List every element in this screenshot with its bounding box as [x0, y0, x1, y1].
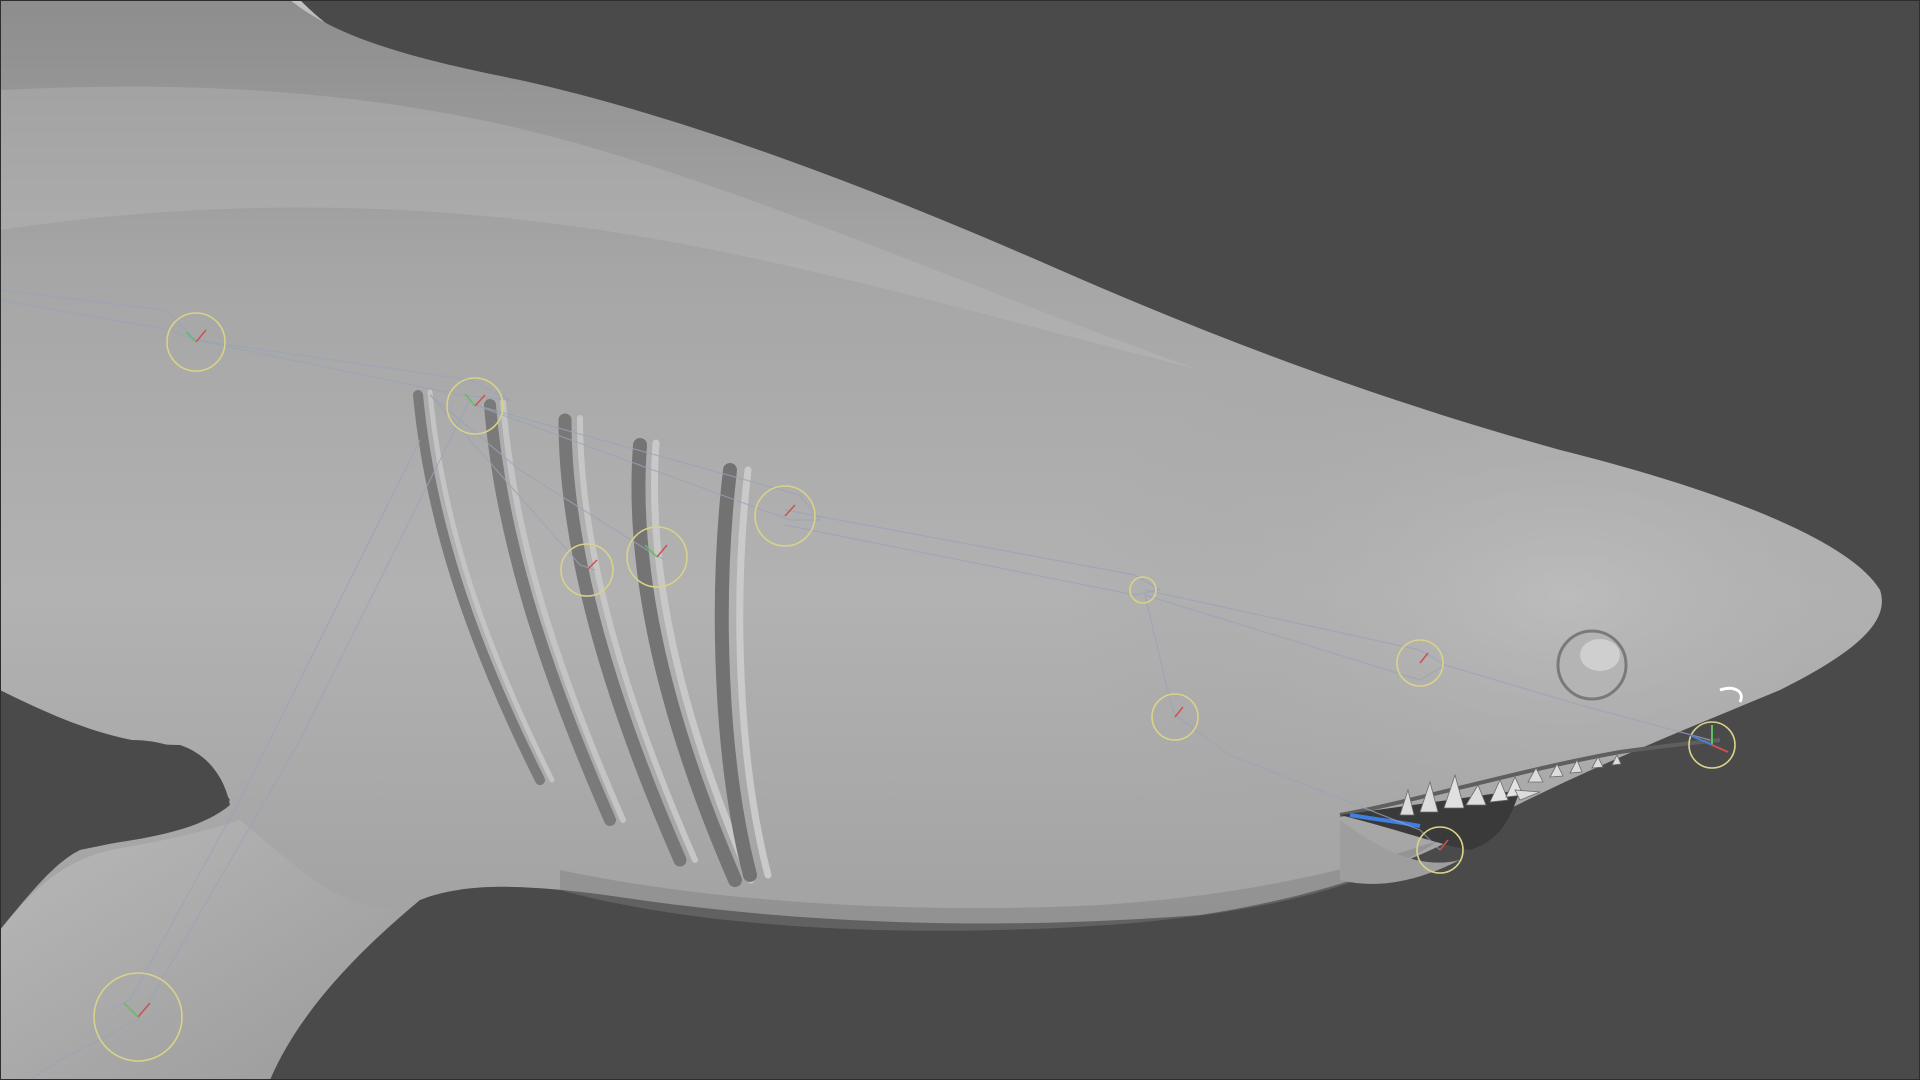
eye-highlight — [1580, 639, 1620, 671]
3d-viewport[interactable] — [0, 0, 1920, 1080]
shark-mesh[interactable] — [0, 0, 1882, 1080]
snout-tip-joint[interactable] — [1688, 721, 1736, 769]
viewport-canvas[interactable] — [0, 0, 1920, 1080]
